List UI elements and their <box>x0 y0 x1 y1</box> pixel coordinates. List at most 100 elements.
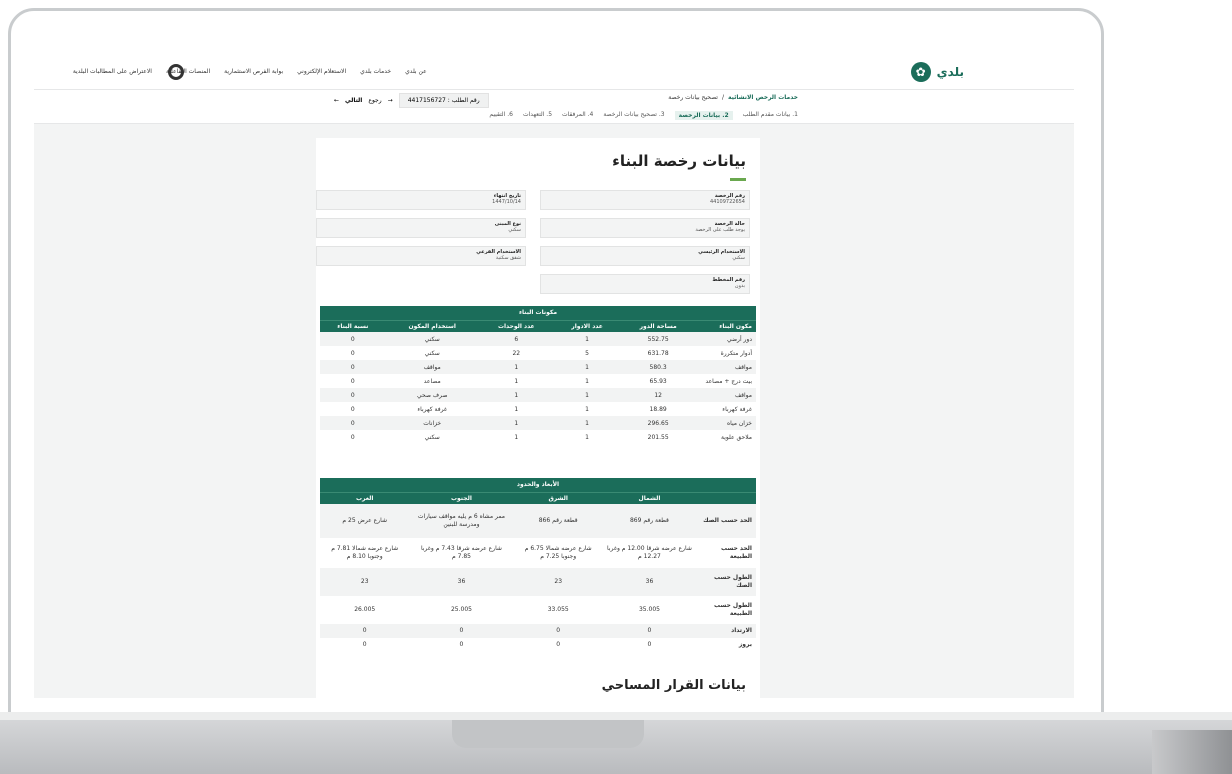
table-cell: 0 <box>556 640 561 648</box>
table-cell: 18.89 <box>649 405 667 413</box>
breadcrumb-current: تصحيح بيانات رخصة <box>668 94 718 101</box>
laptop-base-edge <box>0 712 1232 720</box>
table-cell: غرفة كهرباء <box>417 405 448 413</box>
table-cell: شارع عرض 25 م <box>320 504 410 538</box>
field-main-use: الاستخدام الرئيسي سكني <box>540 246 750 266</box>
table-cell: 25.005 <box>450 605 472 613</box>
table-cell: 23 <box>513 568 603 596</box>
table-cell: 0 <box>602 624 696 638</box>
table-cell: سكني <box>424 349 440 357</box>
table-cell: 1 <box>514 377 519 385</box>
table-cell: شارع عرضه شرقا 7.43 م وغربا 7.85 م <box>420 544 502 560</box>
field-value: شقق سكنية <box>495 255 521 261</box>
table-cell: مواقف <box>696 360 756 374</box>
table-cell: 65.93 <box>649 377 667 385</box>
nav-item-about[interactable]: عن بلدي <box>405 68 427 75</box>
header-cell <box>696 491 756 504</box>
table-cell: 35.005 <box>638 605 660 613</box>
step-3[interactable]: 3. تصحيح بيانات الرخصة <box>603 111 664 120</box>
table-cell: سكني <box>424 433 440 441</box>
table-row: الارتداد 0 0 0 0 <box>320 624 756 638</box>
field-value: بدون <box>734 283 745 289</box>
main-nav: عن بلدي خدمات بلدي الاستعلام الإلكتروني … <box>73 68 427 75</box>
field-label: الاستخدام الفرعي <box>476 249 521 255</box>
table-row: خزان مياه 296.65 1 1 خزانات 0 <box>320 416 756 430</box>
table-cell: أدوار متكررة <box>720 349 752 357</box>
step-2[interactable]: 2. بيانات الرخصة <box>674 111 733 120</box>
table-cell: 36 <box>602 568 696 596</box>
field-end-date: تاريخ انتهاء 1447/10/14 <box>316 190 526 210</box>
table-cell: قطعة رقم 869 <box>602 504 696 538</box>
brand[interactable]: بلدي ✿ <box>910 61 964 82</box>
components-title: مكونات البناء <box>320 306 756 320</box>
table-row: الطول حسب الطبيعة 35.005 33.055 25.005 26.00… <box>320 596 756 624</box>
header-cell: مكون البناء <box>696 319 756 332</box>
header-cell: الشمال <box>602 491 696 504</box>
step-6[interactable]: 6. التقييم <box>489 111 513 120</box>
dimensions-title: الأبعاد والحدود <box>320 478 756 492</box>
nav-item-inquiry[interactable]: الاستعلام الإلكتروني <box>297 68 346 75</box>
table-cell: 0 <box>320 332 386 346</box>
browser-screen: بلدي ✿ عن بلدي خدمات بلدي الاستعلام الإل… <box>34 54 1074 698</box>
table-cell: شارع عرضه شرقا 12.00 م وغربا 12.27 م <box>607 544 692 560</box>
table-row: الحد حسب الصك قطعة رقم 869 قطعة رقم 866 ممر… <box>320 504 756 538</box>
table-row: مواقف 580.3 1 1 مواقف 0 <box>320 360 756 374</box>
step-5[interactable]: 5. التعهدات <box>523 111 552 120</box>
breadcrumb-root[interactable]: خدمات الرخص الانشائية <box>728 94 798 101</box>
table-cell: 1 <box>478 416 554 430</box>
table-cell: 0 <box>350 405 355 413</box>
table-cell: 0 <box>350 433 355 441</box>
table-cell: الطول حسب الطبيعة <box>714 601 752 617</box>
step-1[interactable]: 1. بيانات مقدم الطلب <box>743 111 798 120</box>
field-value: يوجد طلب على الرخصة <box>695 227 745 233</box>
balady-logo-icon: ✿ <box>910 61 931 82</box>
table-cell: 1 <box>478 360 554 374</box>
table-cell: شارع عرضه شمالا 7.81 م وجنوبا 8.10 م <box>331 544 399 560</box>
table-cell: 5 <box>585 349 589 357</box>
table-cell: 580.3 <box>620 360 696 374</box>
table-cell: سكني <box>385 332 479 346</box>
field-plan-no: رقم المخطط بدون <box>540 274 750 294</box>
next-button[interactable]: التالي <box>345 97 362 104</box>
step-4[interactable]: 4. المرفقات <box>562 111 593 120</box>
table-cell: 1 <box>585 405 589 413</box>
dimensions-table: الأبعاد والحدود الشمال الشرق الجنوب الغر… <box>320 478 756 652</box>
table-cell: 1 <box>585 433 589 441</box>
components-table: مكونات البناء مكون البناء مساحة الدور عد… <box>320 306 756 444</box>
nav-item-investment[interactable]: بوابة الفرص الاستثمارية <box>224 68 283 75</box>
field-value: سكني <box>732 255 745 261</box>
field-value: سكني <box>508 227 521 233</box>
back-button[interactable]: رجوع <box>368 97 381 104</box>
user-icon[interactable] <box>168 64 184 80</box>
table-row: بيت درج + مصاعد 65.93 1 1 مصاعد 0 <box>320 374 756 388</box>
header-cell: نسبة البناء <box>320 319 386 332</box>
table-cell: الطول حسب الصك <box>696 568 756 596</box>
nav-item-services[interactable]: خدمات بلدي <box>360 68 391 75</box>
next-arrow-icon: ← <box>334 97 340 104</box>
table-cell: 1 <box>514 405 519 413</box>
table-cell: 1 <box>553 360 621 374</box>
table-cell: مواقف <box>696 388 756 402</box>
field-label: تاريخ انتهاء <box>493 193 521 199</box>
field-sub-use: الاستخدام الفرعي شقق سكنية <box>316 246 526 266</box>
title-accent <box>730 178 746 181</box>
header-cell: استخدام المكون <box>385 319 479 332</box>
table-row: الحد حسب الطبيعة شارع عرضه شرقا 12.00 م و… <box>320 538 756 568</box>
table-row: غرفة كهرباء 18.89 1 1 غرفة كهرباء 0 <box>320 402 756 416</box>
page-title: بيانات رخصة البناء <box>612 152 746 170</box>
table-cell: صرف صحي <box>385 388 479 402</box>
table-cell: 12 <box>620 388 696 402</box>
table-cell: خزان مياه <box>696 416 756 430</box>
sub-header: خدمات الرخص الانشائية / تصحيح بيانات رخص… <box>34 90 1074 124</box>
field-license-no: رقم الرخصة 44109722654 <box>540 190 750 210</box>
nav-item-objection[interactable]: الاعتراض على المطالبات البلدية <box>73 68 152 75</box>
header-cell: عدد الادوار <box>553 319 621 332</box>
field-license-status: حالة الرخصة يوجد طلب على الرخصة <box>540 218 750 238</box>
table-cell: 0 <box>320 624 410 638</box>
header-cell: الغرب <box>320 491 410 504</box>
table-row: الطول حسب الصك 36 23 36 23 <box>320 568 756 596</box>
table-row: أدوار متكررة 631.78 5 22 سكني 0 <box>320 346 756 360</box>
table-cell: 36 <box>409 568 514 596</box>
header-cell: الشرق <box>513 491 603 504</box>
table-row: دور أرضي 552.75 1 6 سكني 0 <box>320 332 756 346</box>
